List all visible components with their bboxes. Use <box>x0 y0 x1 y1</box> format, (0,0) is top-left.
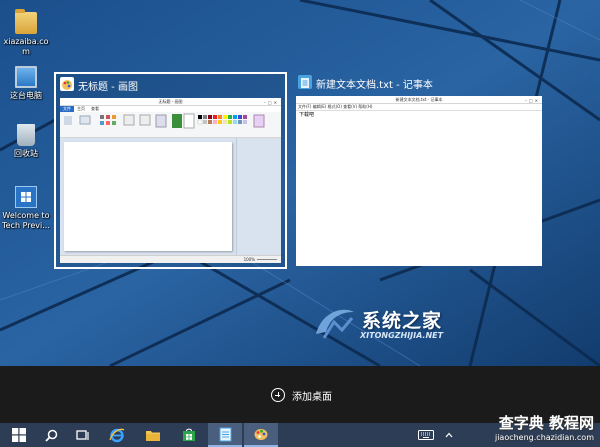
paint-workspace <box>60 138 281 255</box>
store-button[interactable] <box>172 423 206 447</box>
windows-logo-icon <box>12 428 26 442</box>
desktop-icon-recycle-bin[interactable]: 回收站 <box>0 124 52 159</box>
window-controls: –□✕ <box>524 98 540 103</box>
notepad-icon <box>219 427 231 441</box>
touch-keyboard-button[interactable] <box>414 423 438 447</box>
internet-explorer-button[interactable] <box>100 423 134 447</box>
xitongzhijia-logo-icon <box>316 309 354 339</box>
computer-icon <box>15 66 37 88</box>
keyboard-icon <box>418 430 434 440</box>
search-button[interactable] <box>34 423 68 447</box>
paint-statusbar: 100% <box>60 255 281 263</box>
notepad-inner-title: 新建文本文档.txt - 记事本 <box>395 97 443 102</box>
add-desktop-label: 添加桌面 <box>292 391 332 403</box>
notepad-taskbar-button[interactable] <box>208 423 242 447</box>
corner-brand: 查字典 教程网 <box>498 414 594 432</box>
window-title: 新建文本文档.txt - 记事本 <box>316 80 433 91</box>
watermark-chazidian: 查字典 教程网 jiaocheng.chazidian.com <box>468 412 598 446</box>
zoom-level: 100% <box>243 257 255 262</box>
desktop-icon-label: 这台电脑 <box>10 91 42 100</box>
notepad-window-preview: 新建文本文档.txt - 记事本 –□✕ 文件(F) 编辑(E) 格式(O) 查… <box>296 96 542 266</box>
desktop-icon-xiazaiba[interactable]: xiazaiba.co m <box>0 9 52 57</box>
windows-logo-icon <box>15 186 37 208</box>
recycle-bin-icon <box>17 124 35 146</box>
paint-canvas <box>64 142 232 251</box>
desktop-icon-label: Welcome to Tech Previ... <box>2 211 50 230</box>
paint-window-preview: 无标题 - 画图 –□✕ 文件 主页 查看 100% <box>60 98 281 263</box>
corner-url: jiaocheng.chazidian.com <box>494 433 594 442</box>
folder-icon <box>15 9 37 34</box>
notepad-content: 下载吧 <box>299 112 315 118</box>
task-view-window-notepad[interactable]: 新建文本文档.txt - 记事本 新建文本文档.txt - 记事本 –□✕ 文件… <box>294 72 544 268</box>
internet-explorer-icon <box>109 428 125 443</box>
paint-taskbar-button[interactable] <box>244 423 278 447</box>
paint-inner-title: 无标题 - 画图 <box>158 99 183 104</box>
desktop-icon-label: xiazaiba.co m <box>3 37 49 56</box>
brand-cn: 系统之家 <box>362 310 443 332</box>
plus-icon <box>271 388 285 402</box>
notepad-titlebar: 新建文本文档.txt - 记事本 –□✕ <box>296 96 542 104</box>
watermark-xitongzhijia: 系统之家 XITONGZHIJIA.NET <box>312 304 498 344</box>
paint-ribbon <box>60 112 281 138</box>
desktop-icon-this-pc[interactable]: 这台电脑 <box>0 66 52 101</box>
start-button[interactable] <box>4 423 34 447</box>
desktop-icon-label: 回收站 <box>14 149 38 158</box>
chevron-up-icon <box>445 432 453 438</box>
paint-icon <box>60 77 74 91</box>
window-title: 无标题 - 画图 <box>78 82 138 93</box>
brand-en: XITONGZHIJIA.NET <box>360 331 444 340</box>
search-icon <box>44 429 57 442</box>
task-view-window-paint[interactable]: 无标题 - 画图 无标题 - 画图 –□✕ 文件 主页 查看 100% <box>54 72 287 269</box>
add-desktop-button[interactable]: 添加桌面 <box>271 385 332 405</box>
task-view-button[interactable] <box>66 423 100 447</box>
notepad-icon <box>298 75 312 89</box>
task-view-icon <box>76 430 89 440</box>
show-hidden-icons-button[interactable] <box>440 423 458 447</box>
file-explorer-icon <box>146 431 160 441</box>
paint-icon <box>254 429 268 440</box>
paint-titlebar: 无标题 - 画图 –□✕ <box>60 98 281 106</box>
store-icon <box>183 428 195 441</box>
desktop-icon-welcome[interactable]: Welcome to Tech Previ... <box>0 186 52 231</box>
file-explorer-button[interactable] <box>136 423 170 447</box>
